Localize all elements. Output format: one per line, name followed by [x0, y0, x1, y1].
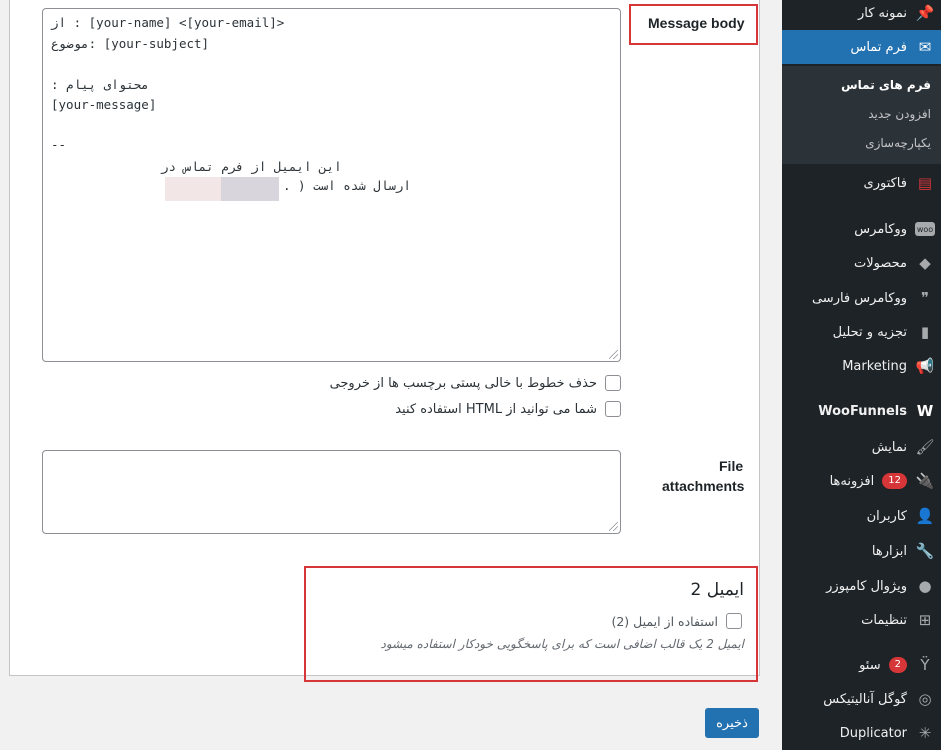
- save-button[interactable]: ذخیره: [705, 708, 759, 738]
- file-attachments-label-2: attachments: [662, 478, 745, 494]
- menu-portfolio[interactable]: نمونه کار 📌: [782, 0, 941, 30]
- menu-woofunnels[interactable]: WooFunnels W: [782, 394, 941, 428]
- mail2-description: ایمیل 2 یک قالب اضافی است که برای پاسخگو…: [380, 637, 744, 651]
- brush-icon: 🖌: [915, 438, 935, 456]
- menu-tools[interactable]: ابزارها 🔧: [782, 534, 941, 568]
- menu-google-analytics[interactable]: گوگل آنالیتیکس ◎: [782, 682, 941, 716]
- mail2-use-label: استفاده از ایمیل (2): [611, 613, 718, 629]
- message-body-label: Message body: [648, 15, 745, 31]
- exclude-blank-option[interactable]: حذف خطوط با خالی پستی برچسب ها از خروجی: [330, 374, 621, 392]
- menu-woofunnels-label: WooFunnels: [818, 403, 907, 419]
- plug-icon: 🔌: [915, 472, 935, 490]
- body-line-separator: --: [51, 137, 67, 152]
- composer-icon: ●: [918, 577, 932, 595]
- body-line-from: از : [your-name] <[your-email]>: [51, 15, 285, 30]
- menu-woo-persian[interactable]: ووکامرس فارسی ❞: [782, 281, 941, 315]
- menu-contact-form[interactable]: فرم تماس ✉: [782, 30, 941, 64]
- body-line-subject: موضوع: [your-subject]: [51, 36, 210, 51]
- menu-woocommerce[interactable]: ووکامرس woo: [782, 212, 941, 246]
- body-line-message-tag: [your-message]: [51, 97, 157, 112]
- menu-appearance-label: نمایش: [871, 439, 907, 455]
- bar-chart-icon: ▮: [920, 323, 930, 341]
- mail-icon: ✉: [918, 38, 932, 56]
- contact-form-submenu: فرم های تماس افزودن جدید یکپارچه‌سازی: [782, 66, 941, 164]
- duplicator-icon: ✳: [918, 724, 932, 742]
- menu-appearance[interactable]: نمایش 🖌: [782, 430, 941, 464]
- menu-users[interactable]: کاربران 👤: [782, 499, 941, 533]
- woofunnels-icon: W: [916, 402, 934, 420]
- quote-icon: ❞: [920, 289, 930, 307]
- use-html-checkbox[interactable]: [605, 401, 621, 417]
- menu-tools-label: ابزارها: [871, 543, 907, 559]
- submenu-add-new[interactable]: افزودن جدید: [868, 107, 931, 121]
- box-icon: ◆: [919, 254, 931, 272]
- menu-contact-form-label: فرم تماس: [850, 39, 907, 55]
- menu-users-label: کاربران: [866, 508, 907, 524]
- body-line-content-label: محتوای پیام :: [51, 77, 149, 92]
- user-icon: 👤: [915, 507, 935, 525]
- menu-duplicator[interactable]: Duplicator ✳: [782, 716, 941, 750]
- submenu-integration[interactable]: یکپارچه‌سازی: [865, 136, 931, 150]
- message-body-textarea[interactable]: از : [your-name] <[your-email]> موضوع: […: [42, 8, 621, 362]
- resize-handle[interactable]: [609, 522, 618, 531]
- body-line-footer-1: این ایمیل از فرم تماس در: [161, 159, 342, 174]
- megaphone-icon: 📢: [915, 357, 935, 375]
- redacted-area: [165, 177, 221, 201]
- menu-analytics[interactable]: تجزیه و تحلیل ▮: [782, 315, 941, 349]
- mail2-use-checkbox[interactable]: [726, 613, 742, 629]
- resize-handle[interactable]: [609, 350, 618, 359]
- body-line-footer-2: ارسال شده است ( .: [283, 178, 411, 193]
- exclude-blank-checkbox[interactable]: [605, 375, 621, 391]
- seo-badge: 2: [888, 657, 907, 673]
- redacted-area: [221, 177, 279, 201]
- menu-plugins[interactable]: افزونه‌ها 12 🔌: [782, 464, 941, 498]
- mail2-title: ایمیل 2: [690, 580, 744, 600]
- exclude-blank-label: حذف خطوط با خالی پستی برچسب ها از خروجی: [329, 375, 597, 391]
- menu-woo-persian-label: ووکامرس فارسی: [811, 290, 907, 306]
- menu-seo-label: سئو: [859, 657, 881, 673]
- menu-portfolio-label: نمونه کار: [858, 5, 907, 21]
- submenu-contact-forms[interactable]: فرم های تماس: [841, 78, 931, 92]
- menu-marketing-label: Marketing: [842, 358, 907, 374]
- menu-duplicator-label: Duplicator: [839, 725, 907, 741]
- use-html-label: شما می توانید از HTML استفاده کنید: [395, 401, 597, 417]
- menu-seo[interactable]: سئو 2 Ÿ: [782, 648, 941, 682]
- menu-google-analytics-label: گوگل آنالیتیکس: [823, 691, 907, 707]
- menu-products[interactable]: محصولات ◆: [782, 246, 941, 280]
- menu-products-label: محصولات: [854, 255, 907, 271]
- mail2-use-option[interactable]: استفاده از ایمیل (2): [611, 613, 742, 629]
- use-html-option[interactable]: شما می توانید از HTML استفاده کنید: [395, 400, 621, 418]
- menu-marketing[interactable]: Marketing 📢: [782, 349, 941, 383]
- menu-visual-composer[interactable]: ویژوال کامپوزر ●: [782, 569, 941, 603]
- menu-woocommerce-label: ووکامرس: [854, 221, 907, 237]
- file-attachments-textarea[interactable]: [42, 450, 621, 534]
- invoice-icon: ▤: [917, 174, 933, 192]
- menu-factory[interactable]: فاکتوری ▤: [782, 166, 941, 200]
- menu-settings-label: تنظیمات: [861, 612, 907, 628]
- menu-plugins-label: افزونه‌ها: [829, 473, 875, 489]
- analytics-icon: ◎: [918, 690, 932, 708]
- menu-visual-composer-label: ویژوال کامپوزر: [826, 578, 907, 594]
- menu-settings[interactable]: تنظیمات ⊞: [782, 603, 941, 637]
- plugins-update-badge: 12: [882, 473, 907, 489]
- woo-icon: woo: [915, 222, 935, 236]
- admin-sidebar: نمونه کار 📌 فرم تماس ✉ فرم های تماس افزو…: [782, 0, 941, 750]
- menu-factory-label: فاکتوری: [863, 175, 907, 191]
- settings-icon: ⊞: [918, 611, 932, 629]
- pin-icon: 📌: [915, 4, 935, 22]
- menu-analytics-label: تجزیه و تحلیل: [832, 324, 907, 340]
- yoast-icon: Ÿ: [920, 656, 930, 674]
- wrench-icon: 🔧: [915, 542, 935, 560]
- file-attachments-label-1: File: [719, 458, 744, 474]
